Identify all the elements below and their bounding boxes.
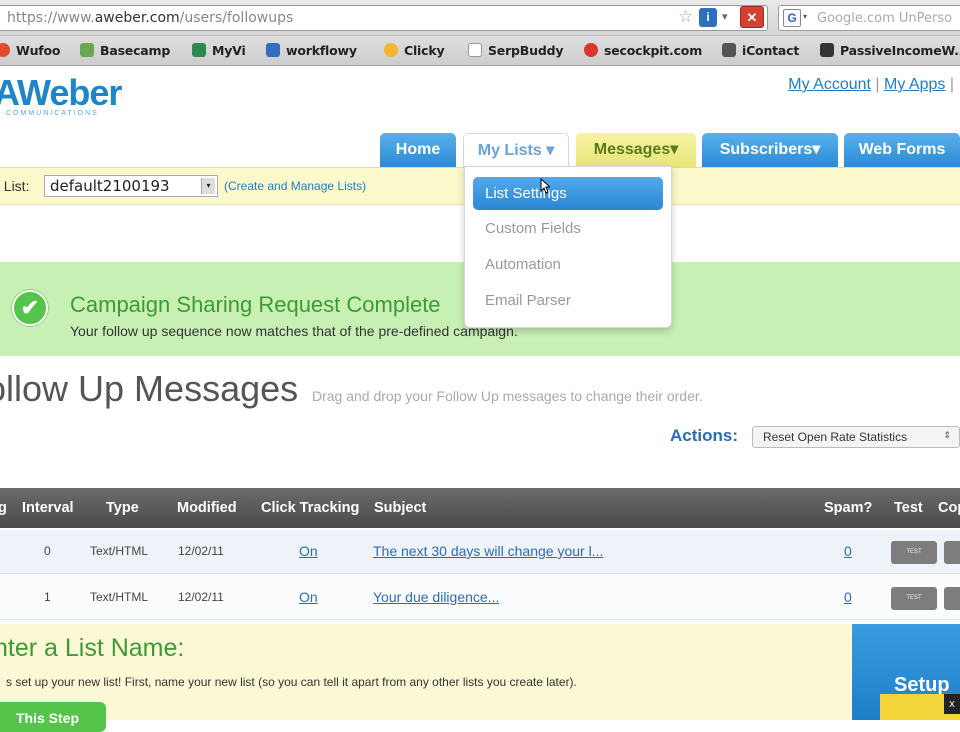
row-type: Text/HTML <box>90 590 149 604</box>
history-dropdown-icon[interactable]: ▾ <box>722 10 728 23</box>
new-list-instructions: s set up your new list! First, name your… <box>6 675 577 689</box>
table-row[interactable]: 1 Text/HTML 12/02/11 On Your due diligen… <box>0 576 960 620</box>
subject-link[interactable]: The next 30 days will change your l... <box>373 543 603 559</box>
address-bar[interactable]: https://www.aweber.com/users/followups <box>0 5 768 31</box>
menu-item-custom-fields[interactable]: Custom Fields <box>485 220 581 237</box>
browser-toolbar: https://www.aweber.com/users/followups ☆… <box>0 0 960 36</box>
row-type: Text/HTML <box>90 544 149 558</box>
stop-icon[interactable]: ✕ <box>740 6 764 28</box>
menu-item-email-parser[interactable]: Email Parser <box>485 292 571 309</box>
complete-step-button[interactable]: This Step <box>0 702 106 732</box>
passiveincome-icon <box>820 43 834 57</box>
spam-score-link[interactable]: 0 <box>844 589 852 605</box>
row-interval: 0 <box>44 544 51 558</box>
url-path: /users/followups <box>179 10 294 26</box>
new-list-title: nter a List Name: <box>0 634 185 662</box>
chevron-down-icon: ▾ <box>546 142 555 159</box>
link-separator: | <box>949 76 954 93</box>
site-info-icon[interactable]: i <box>699 8 717 27</box>
bookmark-secockpit[interactable]: secockpit.com <box>584 43 702 58</box>
click-tracking-link[interactable]: On <box>299 589 318 605</box>
chevron-down-icon: ▾ <box>812 141 821 158</box>
table-row[interactable]: 0 Text/HTML 12/02/11 On The next 30 days… <box>0 530 960 574</box>
column-header-test[interactable]: Test <box>894 500 923 516</box>
my-lists-menu: List Settings Custom Fields Automation E… <box>464 166 672 328</box>
tab-home[interactable]: Home <box>380 133 456 167</box>
column-header-type[interactable]: Type <box>106 500 139 516</box>
url-scheme: https://www. <box>7 10 95 26</box>
bookmarks-bar: Wufoo Basecamp MyVi workflowy Clicky Ser… <box>0 36 960 66</box>
select-arrows-icon: ⇕ <box>943 430 951 440</box>
column-header-subject[interactable]: Subject <box>374 500 426 516</box>
copy-button[interactable] <box>944 587 960 610</box>
close-icon[interactable]: x <box>944 694 960 714</box>
checkmark-icon: ✔ <box>12 290 48 326</box>
clicky-icon <box>384 43 398 57</box>
myvi-icon <box>192 43 206 57</box>
account-links: My Account | My Apps | <box>788 76 954 94</box>
aweber-logo[interactable]: AWeber COMMUNICATIONS <box>0 72 122 117</box>
my-account-link[interactable]: My Account <box>788 76 871 93</box>
serpbuddy-icon <box>468 43 482 57</box>
google-icon[interactable]: G <box>783 9 801 27</box>
bookmark-star-icon[interactable]: ☆ <box>678 8 693 26</box>
bookmark-serpbuddy[interactable]: SerpBuddy <box>468 43 563 58</box>
basecamp-icon <box>80 43 94 57</box>
menu-item-list-settings[interactable]: List Settings <box>473 177 663 210</box>
icontact-icon <box>722 43 736 57</box>
actions-select[interactable]: Reset Open Rate Statistics ⇕ <box>752 426 960 448</box>
tab-web-forms[interactable]: Web Forms <box>844 133 960 167</box>
chevron-down-icon: ▾ <box>670 141 679 158</box>
my-apps-link[interactable]: My Apps <box>884 76 945 93</box>
page-title: ollow Up Messages <box>0 368 299 409</box>
page-hint: Drag and drop your Follow Up messages to… <box>312 388 703 404</box>
bookmark-clicky[interactable]: Clicky <box>384 43 445 58</box>
column-header-modified[interactable]: Modified <box>177 500 237 516</box>
list-select[interactable]: default2100193 ▾ <box>44 175 218 197</box>
bookmark-workflowy[interactable]: workflowy <box>266 43 357 58</box>
spam-score-link[interactable]: 0 <box>844 543 852 559</box>
test-button[interactable]: TEST <box>891 587 937 610</box>
success-title: Campaign Sharing Request Complete <box>70 292 441 317</box>
tab-my-lists[interactable]: My Lists ▾ <box>463 133 569 169</box>
workflowy-icon <box>266 43 280 57</box>
test-button[interactable]: TEST <box>891 541 937 564</box>
column-header-interval[interactable]: Interval <box>22 500 74 516</box>
url-host: aweber.com <box>94 10 180 26</box>
manage-lists-link[interactable]: (Create and Manage Lists) <box>224 179 366 193</box>
copy-button[interactable] <box>944 541 960 564</box>
search-engine-dropdown-icon[interactable]: ▾ <box>803 12 807 21</box>
current-list-label: t List: <box>0 178 30 194</box>
bookmark-basecamp[interactable]: Basecamp <box>80 43 170 58</box>
chevron-down-icon: ▾ <box>201 178 215 194</box>
secockpit-icon <box>584 43 598 57</box>
subject-link[interactable]: Your due diligence... <box>373 589 499 605</box>
tab-messages[interactable]: Messages▾ <box>576 133 696 167</box>
column-header[interactable]: g <box>0 500 7 516</box>
column-header-copy[interactable]: Cop <box>938 500 960 516</box>
column-header-click-tracking[interactable]: Click Tracking <box>261 500 359 516</box>
menu-item-automation[interactable]: Automation <box>485 256 561 273</box>
actions-label: Actions: <box>670 426 738 445</box>
wufoo-icon <box>0 43 10 57</box>
row-modified: 12/02/11 <box>178 590 224 604</box>
column-header-spam[interactable]: Spam? <box>824 500 872 516</box>
link-separator: | <box>875 76 880 93</box>
bookmark-passiveincome[interactable]: PassiveIncomeW... <box>820 43 960 58</box>
click-tracking-link[interactable]: On <box>299 543 318 559</box>
bookmark-wufoo[interactable]: Wufoo <box>0 43 61 58</box>
success-message: Your follow up sequence now matches that… <box>70 323 518 339</box>
bookmark-myvi[interactable]: MyVi <box>192 43 246 58</box>
row-interval: 1 <box>44 590 51 604</box>
row-modified: 12/02/11 <box>178 544 224 558</box>
table-header: g Interval Type Modified Click Tracking … <box>0 488 960 528</box>
tab-subscribers[interactable]: Subscribers▾ <box>702 133 838 167</box>
mouse-cursor-icon <box>540 178 550 194</box>
bookmark-icontact[interactable]: iContact <box>722 43 799 58</box>
